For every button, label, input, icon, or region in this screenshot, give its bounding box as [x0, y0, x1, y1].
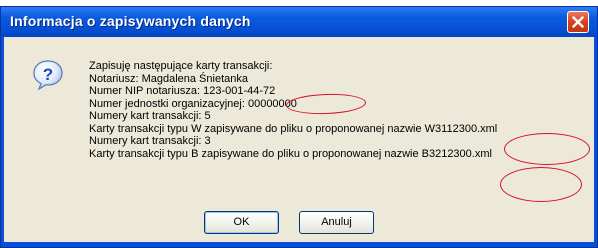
highlight-ellipse: [500, 167, 582, 202]
dialog-title: Informacja o zapisywanych danych: [10, 13, 251, 29]
message-line: Karty transakcji typu W zapisywane do pl…: [89, 122, 498, 135]
message-line: Zapisuję następujące karty transakcji:: [89, 60, 273, 72]
highlight-ellipse: [504, 133, 590, 165]
message-text: Zapisuję następujące karty transakcji: N…: [89, 60, 497, 160]
message-line: Notariusz: Magdalena Śnietanka: [89, 72, 248, 85]
svg-text:?: ?: [43, 65, 53, 84]
close-button[interactable]: [567, 11, 589, 33]
message-line: Karty transakcji typu B zapisywane do pl…: [89, 147, 492, 160]
close-icon: [572, 16, 584, 28]
message-line: Numer jednostki organizacyjnej: 00000000: [89, 97, 297, 110]
message-line: Numer NIP notariusza: 123-001-44-72: [89, 85, 276, 97]
question-icon: ?: [33, 60, 63, 91]
message-line: Numery kart transakcji: 5: [89, 110, 211, 122]
message-line: Numery kart transakcji: 3: [89, 135, 211, 147]
ok-button[interactable]: OK: [204, 211, 279, 234]
title-bar[interactable]: Informacja o zapisywanych danych: [1, 7, 597, 37]
dialog-window: Informacja o zapisywanych danych ? Zapis…: [0, 6, 598, 248]
cancel-button[interactable]: Anuluj: [299, 211, 374, 234]
dialog-body: ? Zapisuję następujące karty transakcji:…: [4, 37, 594, 242]
